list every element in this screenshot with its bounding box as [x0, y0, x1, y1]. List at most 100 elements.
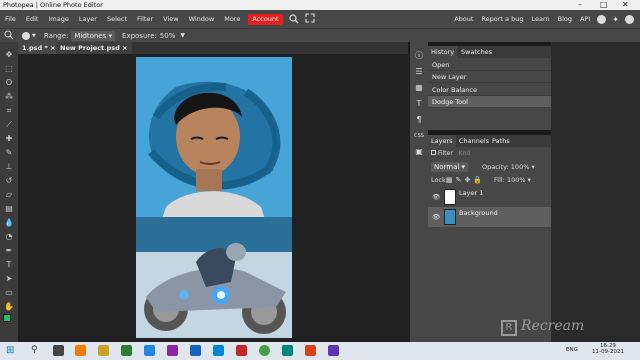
menu-layer[interactable]: Layer: [74, 10, 102, 28]
menu-window[interactable]: Window: [184, 10, 220, 28]
fullscreen-icon[interactable]: [305, 13, 315, 25]
blend-mode-select[interactable]: Normal ▾: [431, 162, 469, 172]
properties-icon[interactable]: ☰: [413, 66, 425, 78]
exposure-value[interactable]: 50%: [160, 32, 176, 40]
paragraph-icon[interactable]: ¶: [413, 114, 425, 126]
menu-learn[interactable]: Learn: [527, 10, 553, 28]
filter-checkbox[interactable]: [431, 150, 436, 155]
account-button[interactable]: Account: [248, 13, 283, 25]
history-panel: History Swatches Open New Layer Color Ba…: [428, 46, 551, 130]
app-icon[interactable]: [167, 345, 178, 356]
menu-more[interactable]: More: [219, 10, 245, 28]
foreground-color-swatch[interactable]: [3, 314, 11, 322]
exposure-dropdown-icon[interactable]: ▼: [180, 32, 185, 39]
canvas-image[interactable]: [136, 57, 292, 338]
info-icon[interactable]: ⓘ: [413, 50, 425, 62]
layer-row-background[interactable]: 👁 Background: [428, 207, 551, 227]
history-tabs: History Swatches: [428, 46, 551, 58]
app-icon[interactable]: [328, 345, 339, 356]
tab-swatches[interactable]: Swatches: [458, 46, 495, 58]
history-item[interactable]: Dodge Tool: [428, 96, 551, 108]
brush-settings-icon[interactable]: ▦: [413, 82, 425, 94]
search-taskbar-icon[interactable]: ⚲: [31, 345, 38, 355]
app-icon[interactable]: [213, 345, 224, 356]
brush-tool-icon[interactable]: ✎: [3, 148, 15, 158]
tab-history[interactable]: History: [428, 46, 458, 58]
watermark-logo: R Recream: [501, 317, 640, 339]
path-select-icon[interactable]: ➤: [3, 274, 15, 284]
tab-paths[interactable]: Paths: [489, 135, 513, 147]
history-item[interactable]: Open: [428, 59, 551, 71]
hand-tool-icon[interactable]: ✋: [3, 302, 15, 312]
tab-1-psd[interactable]: 1.psd * ×: [18, 42, 60, 54]
clone-stamp-icon[interactable]: ⊥: [3, 162, 15, 172]
minimize-button[interactable]: –: [578, 0, 582, 10]
menu-file[interactable]: File: [0, 10, 21, 28]
lock-icons[interactable]: ▦✎✥🔒: [446, 176, 485, 184]
dodge-tool-icon[interactable]: [4, 30, 14, 42]
twitter-icon[interactable]: ✦: [612, 15, 619, 24]
history-item[interactable]: Color Balance: [428, 84, 551, 96]
layer-row-layer-1[interactable]: 👁 Layer 1: [428, 187, 551, 207]
eyedropper-icon[interactable]: ⟋: [3, 120, 15, 130]
gradient-tool-icon[interactable]: ▤: [3, 204, 15, 214]
shape-tool-icon[interactable]: ▭: [3, 288, 15, 298]
menu-report-bug[interactable]: Report a bug: [477, 10, 527, 28]
opacity-field[interactable]: Opacity: 100% ▾: [482, 163, 535, 171]
marquee-tool-icon[interactable]: ⬚: [3, 64, 15, 74]
layer-filter[interactable]: Filter Knd: [431, 150, 470, 157]
tab-layers[interactable]: Layers: [428, 135, 456, 147]
character-icon[interactable]: T: [413, 98, 425, 110]
language-indicator[interactable]: ENG: [566, 347, 578, 353]
app-icon[interactable]: [121, 345, 132, 356]
menu-filter[interactable]: Filter: [132, 10, 158, 28]
visibility-icon[interactable]: 👁: [432, 193, 440, 201]
pen-tool-icon[interactable]: ✒: [3, 246, 15, 256]
tab-new-project[interactable]: New Project.psd ×: [56, 42, 132, 54]
facebook-icon[interactable]: [625, 14, 634, 24]
eraser-icon[interactable]: ▱: [3, 190, 15, 200]
brush-dropdown-icon[interactable]: ▼: [32, 33, 36, 39]
app-icon[interactable]: [236, 345, 247, 356]
history-brush-icon[interactable]: ↺: [3, 176, 15, 186]
menu-blog[interactable]: Blog: [554, 10, 576, 28]
image-icon[interactable]: ▣: [413, 146, 425, 158]
chrome-icon[interactable]: [259, 345, 270, 356]
menu-select[interactable]: Select: [102, 10, 132, 28]
close-tab-icon[interactable]: ×: [122, 44, 127, 52]
history-item[interactable]: New Layer: [428, 71, 551, 83]
task-view-icon[interactable]: [53, 345, 64, 356]
app-icon[interactable]: [144, 345, 155, 356]
menu-api[interactable]: API: [576, 10, 594, 28]
menu-image[interactable]: Image: [43, 10, 73, 28]
brush-preset-icon[interactable]: [22, 31, 30, 40]
crop-tool-icon[interactable]: ⌗: [3, 106, 15, 116]
tab-channels[interactable]: Channels: [456, 135, 492, 147]
file-explorer-icon[interactable]: [98, 345, 109, 356]
healing-tool-icon[interactable]: ✚: [3, 134, 15, 144]
app-icon[interactable]: [305, 345, 316, 356]
magic-wand-icon[interactable]: ⁂: [3, 92, 15, 102]
dodge-tool-icon-left[interactable]: ◔: [3, 232, 15, 242]
blur-tool-icon[interactable]: 💧: [3, 218, 15, 228]
windows-start-icon[interactable]: ⊞: [6, 345, 14, 356]
clock[interactable]: 16:29 11-09-2021: [592, 343, 624, 355]
maximize-button[interactable]: □: [600, 0, 608, 10]
zoom-app-icon[interactable]: [190, 345, 201, 356]
menu-edit[interactable]: Edit: [21, 10, 44, 28]
close-window-button[interactable]: ✕: [622, 0, 629, 10]
css-icon[interactable]: CSS: [413, 130, 425, 142]
close-tab-icon[interactable]: ×: [50, 44, 55, 52]
visibility-icon[interactable]: 👁: [432, 213, 440, 221]
app-icon[interactable]: [75, 345, 86, 356]
menu-view[interactable]: View: [158, 10, 183, 28]
move-tool-icon[interactable]: ✥: [3, 50, 15, 60]
menu-about[interactable]: About: [450, 10, 477, 28]
fill-field[interactable]: Fill: 100% ▾: [494, 176, 531, 184]
lasso-tool-icon[interactable]: ʘ: [3, 78, 15, 88]
photopea-icon[interactable]: [282, 345, 293, 356]
search-icon[interactable]: [288, 14, 299, 24]
reddit-icon[interactable]: [597, 14, 607, 24]
range-select[interactable]: Midtones ▾: [71, 30, 116, 41]
type-tool-icon[interactable]: T: [3, 260, 15, 270]
